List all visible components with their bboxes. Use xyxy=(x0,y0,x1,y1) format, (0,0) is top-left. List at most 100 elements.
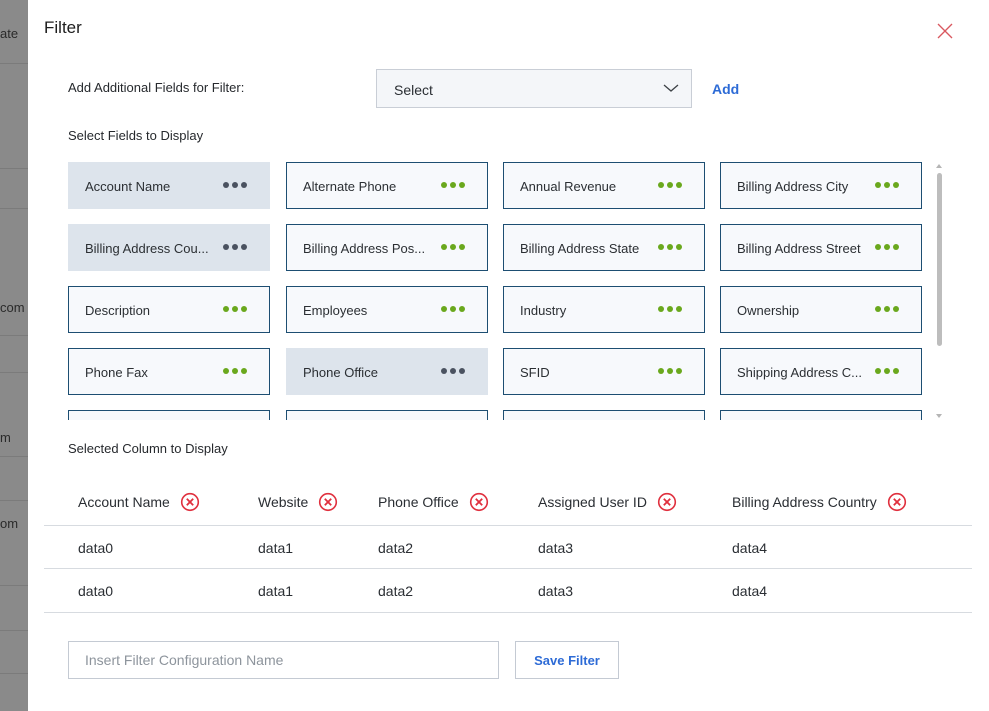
more-options-icon[interactable] xyxy=(223,368,253,376)
table-cell: data4 xyxy=(732,583,768,599)
field-chip[interactable]: Billing Address City xyxy=(720,162,922,209)
field-chip[interactable]: Alternate Phone xyxy=(286,162,488,209)
more-options-icon[interactable] xyxy=(441,182,471,190)
field-chip-partial[interactable] xyxy=(720,410,922,420)
row-divider xyxy=(44,612,972,613)
background-row-divider xyxy=(0,630,28,631)
filter-modal: Filter Add Additional Fields for Filter:… xyxy=(28,0,989,711)
more-options-icon[interactable] xyxy=(658,182,688,190)
field-chip-label: Billing Address City xyxy=(737,179,849,194)
column-header-label: Website xyxy=(258,494,309,510)
column-header: Assigned User ID xyxy=(538,492,677,512)
field-chip-label: Billing Address Pos... xyxy=(303,241,426,256)
background-text: m xyxy=(0,430,11,445)
more-options-icon[interactable] xyxy=(658,244,688,252)
scroll-up-arrow[interactable] xyxy=(936,164,942,168)
field-chip[interactable]: Account Name xyxy=(68,162,270,209)
scroll-thumb[interactable] xyxy=(937,173,942,346)
column-header: Account Name xyxy=(78,492,200,512)
field-chip-label: Shipping Address C... xyxy=(737,365,863,380)
field-chip-label: Account Name xyxy=(85,179,171,194)
remove-column-icon[interactable] xyxy=(657,492,677,512)
background-row-divider xyxy=(0,168,28,169)
table-cell: data3 xyxy=(538,583,574,599)
scroll-down-arrow[interactable] xyxy=(936,414,942,418)
table-cell: data0 xyxy=(78,583,114,599)
field-chip[interactable]: Billing Address State xyxy=(503,224,705,271)
field-chip-label: Phone Office xyxy=(303,365,378,380)
field-select-dropdown[interactable]: Select xyxy=(376,69,692,108)
background-row-divider xyxy=(0,500,28,501)
modal-title: Filter xyxy=(44,18,82,37)
field-chip[interactable]: Description xyxy=(68,286,270,333)
field-chip[interactable]: Billing Address Cou... xyxy=(68,224,270,271)
column-header-label: Phone Office xyxy=(378,494,459,510)
field-chip[interactable]: Billing Address Street xyxy=(720,224,922,271)
fields-grid: Account Name Alternate Phone Annual Revenu… xyxy=(68,160,938,420)
remove-column-icon[interactable] xyxy=(180,492,200,512)
field-chip-label: Description xyxy=(85,303,151,318)
add-field-link[interactable]: Add xyxy=(712,81,739,97)
fields-scrollbar[interactable] xyxy=(934,164,944,420)
more-options-icon[interactable] xyxy=(223,182,253,190)
background-row-divider xyxy=(0,63,28,64)
table-cell: data4 xyxy=(732,540,768,556)
column-header: Phone Office xyxy=(378,492,489,512)
more-options-icon[interactable] xyxy=(658,306,688,314)
column-header: Billing Address Country xyxy=(732,492,907,512)
table-cell: data1 xyxy=(258,583,294,599)
field-chip[interactable]: Phone Office xyxy=(286,348,488,395)
field-chip[interactable]: Shipping Address C... xyxy=(720,348,922,395)
add-fields-label: Add Additional Fields for Filter: xyxy=(68,80,245,95)
remove-column-icon[interactable] xyxy=(318,492,338,512)
background-row-divider xyxy=(0,456,28,457)
more-options-icon[interactable] xyxy=(875,368,905,376)
field-chip[interactable]: Ownership xyxy=(720,286,922,333)
table-cell: data3 xyxy=(538,540,574,556)
field-chip[interactable]: SFID xyxy=(503,348,705,395)
background-row-divider xyxy=(0,585,28,586)
field-chip-label: Billing Address Street xyxy=(737,241,861,256)
select-fields-label: Select Fields to Display xyxy=(68,128,204,143)
field-chip[interactable]: Industry xyxy=(503,286,705,333)
field-chip[interactable]: Billing Address Pos... xyxy=(286,224,488,271)
close-icon[interactable] xyxy=(934,20,956,42)
row-divider xyxy=(44,525,972,526)
field-chip[interactable]: Phone Fax xyxy=(68,348,270,395)
field-chip-partial[interactable] xyxy=(68,410,270,420)
background-text: ate xyxy=(0,26,19,41)
remove-column-icon[interactable] xyxy=(887,492,907,512)
field-chip-partial[interactable] xyxy=(503,410,705,420)
field-chip[interactable]: Employees xyxy=(286,286,488,333)
background-row-divider xyxy=(0,372,28,373)
column-header: Website xyxy=(258,492,338,512)
more-options-icon[interactable] xyxy=(875,244,905,252)
chevron-down-icon xyxy=(663,84,679,92)
background-row-divider xyxy=(0,673,28,674)
column-header-label: Billing Address Country xyxy=(732,494,877,510)
background-text: om xyxy=(0,516,19,531)
more-options-icon[interactable] xyxy=(875,306,905,314)
row-divider xyxy=(44,568,972,569)
background-page: ate com m om xyxy=(0,0,28,711)
more-options-icon[interactable] xyxy=(441,244,471,252)
field-chip[interactable]: Annual Revenue xyxy=(503,162,705,209)
field-chip-label: Alternate Phone xyxy=(303,179,397,194)
table-cell: data1 xyxy=(258,540,294,556)
more-options-icon[interactable] xyxy=(875,182,905,190)
more-options-icon[interactable] xyxy=(223,306,253,314)
background-row-divider xyxy=(0,208,28,209)
select-value: Select xyxy=(394,82,433,98)
more-options-icon[interactable] xyxy=(223,244,253,252)
field-chip-label: Phone Fax xyxy=(85,365,148,380)
filter-config-name-input[interactable] xyxy=(68,641,499,679)
more-options-icon[interactable] xyxy=(658,368,688,376)
field-chip-partial[interactable] xyxy=(286,410,488,420)
remove-column-icon[interactable] xyxy=(469,492,489,512)
more-options-icon[interactable] xyxy=(441,306,471,314)
more-options-icon[interactable] xyxy=(441,368,471,376)
table-cell: data2 xyxy=(378,583,414,599)
field-chip-label: Industry xyxy=(520,303,567,318)
save-filter-button[interactable]: Save Filter xyxy=(515,641,619,679)
field-chip-label: Ownership xyxy=(737,303,800,318)
